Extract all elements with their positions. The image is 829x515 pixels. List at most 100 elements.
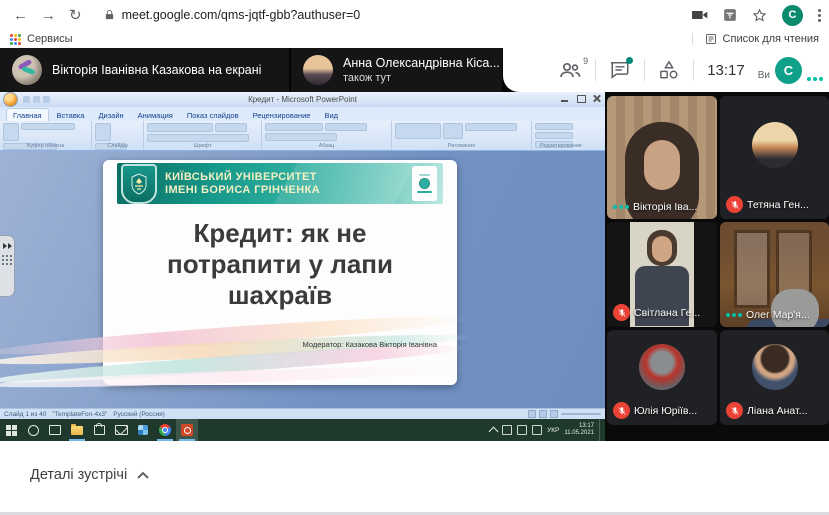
meet-header-controls: 9 13:17 Ви C [503,48,829,92]
view-sorter-icon[interactable] [539,410,547,418]
slide-title: Кредит: як не потрапити у лапи шахраїв [103,218,457,311]
self-speaking-indicator [807,77,823,81]
maximize-icon[interactable] [576,94,586,103]
participant-name: Олег Мар'я... [746,309,810,321]
minimize-icon[interactable] [560,94,570,103]
side-flyout-handle[interactable] [0,235,15,297]
presenting-screen-tile[interactable]: Вікторія Іванівна Казакова на екрані [0,48,289,92]
ribbon-group-slides: Слайды [92,121,144,150]
language-indicator[interactable]: Русский (Россия) [113,411,165,418]
tab-animation[interactable]: Анимация [132,109,179,121]
divider [692,33,693,45]
mic-off-icon [613,304,630,321]
task-view-icon[interactable] [44,419,66,441]
tray-icon-3[interactable] [532,425,542,435]
participants-panel: Вікторія Іва... Тетяна Ген... Світлана Г… [605,92,829,441]
ppt-ribbon: Буфер обмена Слайды Шрифт Абзац Рисовани… [0,121,605,151]
speaking-indicator [613,205,629,209]
zoom-slider[interactable] [561,413,601,415]
tray-expand-icon[interactable] [489,426,499,436]
forward-icon[interactable]: → [41,8,56,23]
presenter-avatar [12,55,42,85]
tab-view[interactable]: Вид [318,109,344,121]
tab-review[interactable]: Рецензирование [247,109,317,121]
reading-list-button[interactable]: Список для чтения [723,33,819,45]
chrome-icon[interactable] [154,419,176,441]
meeting-details-button[interactable]: Деталі зустрічі [30,467,149,483]
tray-icon-1[interactable] [502,425,512,435]
ppt-title-bar: Кредит - Microsoft PowerPoint [0,92,605,107]
participant-tile[interactable]: Олег Мар'я... [720,222,829,327]
participant-name: Вікторія Іва... [633,201,697,213]
tab-design[interactable]: Дизайн [92,109,129,121]
ppt-ribbon-tabs: Главная Вставка Дизайн Анимация Показ сл… [0,107,605,121]
browser-menu-kebab-icon[interactable] [818,9,821,22]
address-bar[interactable]: meet.google.com/qms-jqtf-gbb?authuser=0 [104,8,361,22]
also-here-tile[interactable]: Анна Олександрівна Кіса... також тут [291,48,502,92]
store-icon[interactable] [88,419,110,441]
you-label: Ви [758,70,770,81]
participant-tile[interactable]: Ліана Анат... [720,330,829,425]
theme-name: "TemplateFon-4x3" [52,411,107,418]
file-explorer-icon[interactable] [66,419,88,441]
participant-avatar [752,122,798,168]
participant-tile[interactable]: Тетяна Ген... [720,96,829,219]
also-here-avatar [303,55,333,85]
slide-canvas: КИЇВСЬКИЙ УНІВЕРСИТЕТ ІМЕНІ БОРИСА ГРІНЧ… [0,151,605,408]
meet-bottom-bar: Деталі зустрічі Підняти руку Вікторія Ів… [0,441,829,512]
presenting-tile-name: Вікторія Іванівна Казакова на екрані [52,63,277,78]
translate-icon[interactable] [723,8,737,22]
self-view[interactable]: Ви C [758,57,823,84]
ppt-status-bar: Слайд 1 из 40 "TemplateFon-4x3" Русский … [0,408,605,419]
back-icon[interactable]: ← [13,8,28,23]
star-icon[interactable] [752,8,767,23]
moderator-line: Модератор: Казакова Вікторія Іванівна [103,340,457,349]
meeting-clock: 13:17 [707,62,745,79]
reload-icon[interactable]: ↻ [69,8,82,23]
expand-arrows-icon [3,243,12,249]
tab-slideshow[interactable]: Показ слайдов [181,109,245,121]
participant-avatar [752,344,798,390]
start-button[interactable] [0,419,22,441]
participant-name: Ліана Анат... [747,405,807,417]
language-switcher[interactable]: УКР [547,427,559,434]
speaking-indicator [726,313,742,317]
browser-profile-avatar[interactable]: C [782,5,803,26]
participants-count: 9 [583,56,588,66]
mail-icon[interactable] [110,419,132,441]
taskbar-clock[interactable]: 13:1711.05.2021 [564,423,594,437]
ppt-window-title: Кредит - Microsoft PowerPoint [0,95,605,104]
close-icon[interactable] [592,94,602,103]
activities-button[interactable] [658,60,680,80]
participant-tile[interactable]: Світлана Ге... [607,222,717,327]
search-icon[interactable] [22,419,44,441]
participant-name: Тетяна Ген... [747,199,809,211]
chevron-up-icon [137,471,149,479]
apps-grid-icon[interactable] [10,34,21,45]
lock-icon [104,9,115,21]
chat-button[interactable] [609,60,631,80]
mic-off-icon [726,402,743,419]
view-slideshow-icon[interactable] [550,410,558,418]
decorative-waves [0,323,470,393]
view-normal-icon[interactable] [528,410,536,418]
tab-home[interactable]: Главная [6,108,49,121]
also-here-subtitle: також тут [343,71,500,85]
participant-name: Світлана Ге... [634,307,700,319]
participant-tile[interactable]: Юлія Юріїв... [607,330,717,425]
shared-screen: Кредит - Microsoft PowerPoint Главная Вс… [0,92,605,441]
photos-icon[interactable] [132,419,154,441]
slide-counter: Слайд 1 из 40 [4,411,46,418]
tab-insert[interactable]: Вставка [51,109,91,121]
participants-button[interactable]: 9 [558,60,582,80]
grip-dots-icon [2,255,12,265]
tray-icon-2[interactable] [517,425,527,435]
ribbon-group-font: Шрифт [144,121,262,150]
participant-tile[interactable]: Вікторія Іва... [607,96,717,219]
powerpoint-icon[interactable] [176,419,198,441]
bookmark-services[interactable]: Сервисы [27,33,73,45]
meet-top-bar: Вікторія Іванівна Казакова на екрані Анн… [0,48,829,92]
bookmarks-bar: Сервисы Список для чтения [0,30,829,49]
show-desktop-button[interactable] [599,419,603,441]
mic-off-icon [726,196,743,213]
